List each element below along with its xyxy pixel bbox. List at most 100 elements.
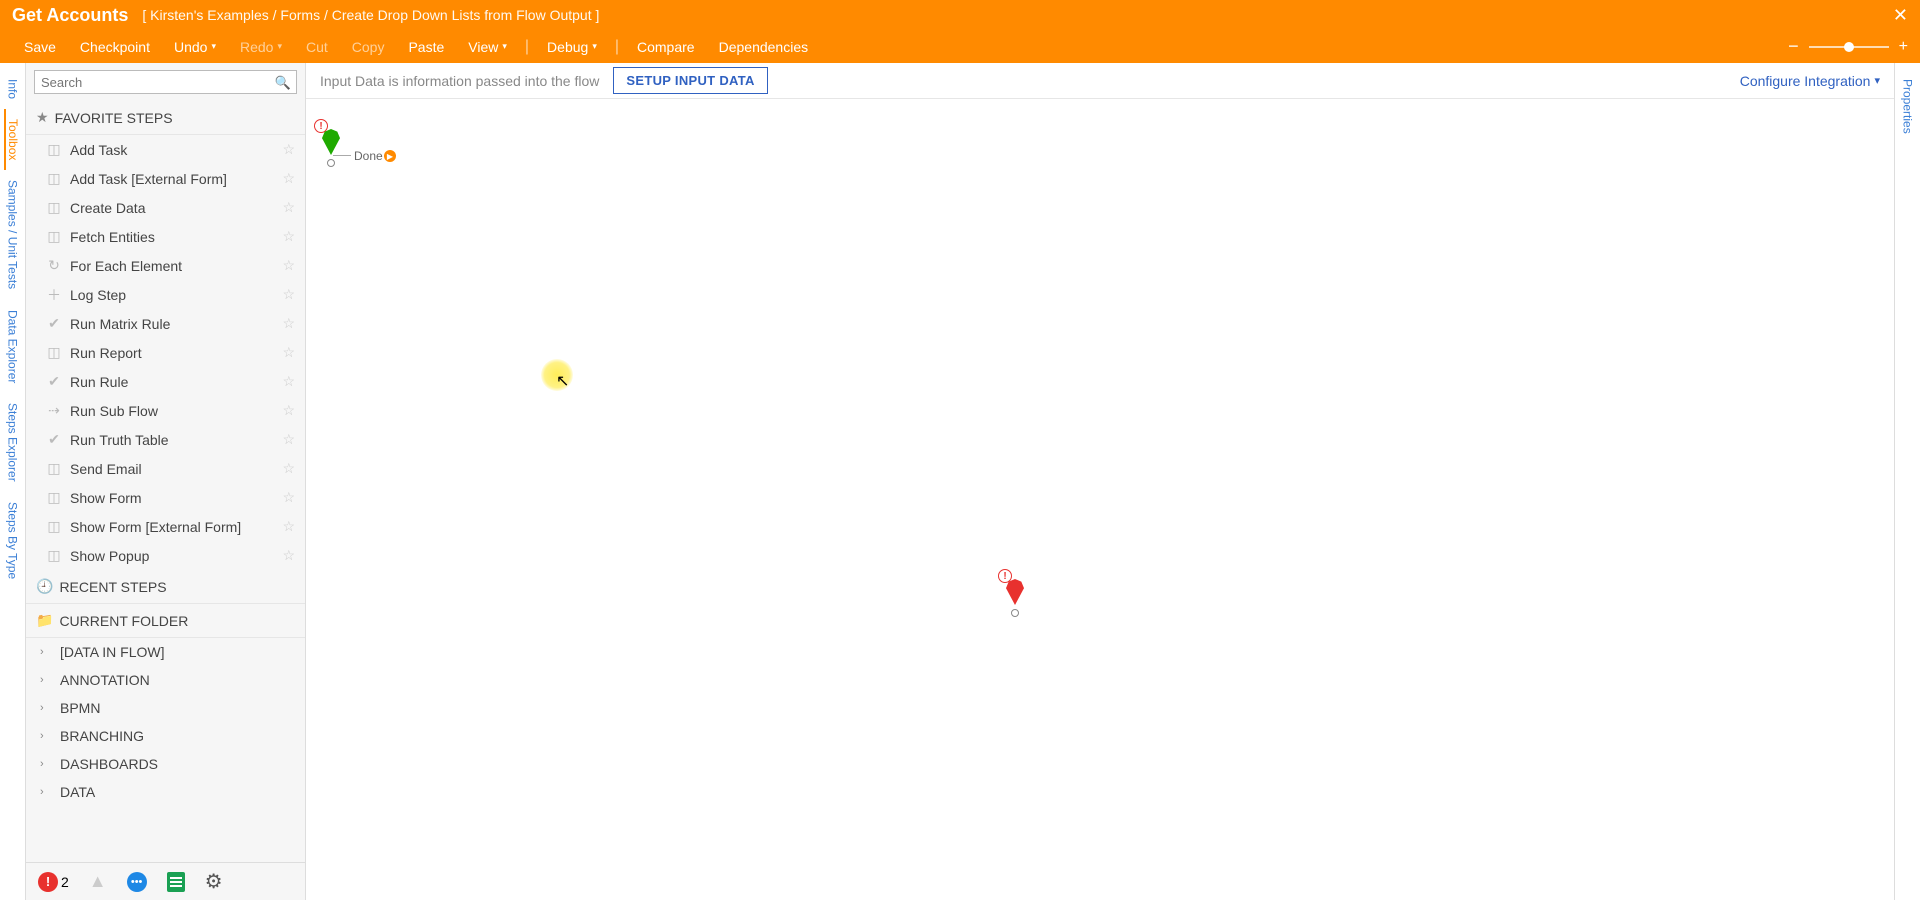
tab-steps-explorer[interactable]: Steps Explorer	[6, 393, 20, 492]
menu-paste[interactable]: Paste	[396, 39, 456, 55]
star-outline-icon[interactable]: ☆	[282, 547, 295, 564]
main: Info Toolbox Samples / Unit Tests Data E…	[0, 63, 1920, 900]
fav-add-task[interactable]: ◫Add Task☆	[26, 135, 305, 164]
fav-label: Show Form	[70, 490, 142, 506]
star-outline-icon[interactable]: ☆	[282, 431, 295, 448]
zoom-thumb[interactable]	[1844, 42, 1854, 52]
section-head-recent[interactable]: 🕘 RECENT STEPS	[26, 570, 305, 604]
tab-steps-by-type[interactable]: Steps By Type	[6, 492, 20, 589]
cursor-icon: ↖	[556, 371, 569, 391]
menu-view[interactable]: View▾	[456, 39, 519, 55]
zoom-in-icon[interactable]: +	[1899, 38, 1908, 56]
sidebar-scroll[interactable]: ★ FAVORITE STEPS ◫Add Task☆ ◫Add Task [E…	[26, 101, 305, 862]
close-icon[interactable]: ✕	[1893, 5, 1908, 26]
start-node[interactable]: !	[322, 129, 340, 167]
search-icon[interactable]: 🔍	[275, 75, 291, 91]
star-outline-icon[interactable]: ☆	[282, 286, 295, 303]
star-outline-icon[interactable]: ☆	[282, 170, 295, 187]
menu-checkpoint[interactable]: Checkpoint	[68, 39, 162, 55]
star-outline-icon[interactable]: ☆	[282, 344, 295, 361]
play-icon[interactable]: ▶	[384, 150, 396, 162]
fav-for-each[interactable]: ↻For Each Element☆	[26, 251, 305, 280]
menu-redo[interactable]: Redo▾	[228, 39, 294, 55]
section-recent: 🕘 RECENT STEPS	[26, 570, 305, 604]
tree-data-in-flow[interactable]: ›[DATA IN FLOW]	[26, 638, 305, 666]
loop-icon: ↻	[46, 258, 62, 274]
connector-dot[interactable]	[327, 159, 335, 167]
zoom-slider[interactable]	[1809, 46, 1889, 48]
fav-fetch-entities[interactable]: ◫Fetch Entities☆	[26, 222, 305, 251]
fav-add-task-external[interactable]: ◫Add Task [External Form]☆	[26, 164, 305, 193]
tab-samples[interactable]: Samples / Unit Tests	[6, 170, 20, 299]
fav-label: Run Report	[70, 345, 142, 361]
chevron-down-icon: ▾	[502, 41, 507, 52]
star-outline-icon[interactable]: ☆	[282, 315, 295, 332]
cube-icon: ◫	[46, 548, 62, 564]
tree-dashboards[interactable]: ›DASHBOARDS	[26, 750, 305, 778]
doc-button[interactable]	[167, 872, 185, 892]
menu-undo[interactable]: Undo▾	[162, 39, 228, 55]
menu-debug[interactable]: Debug▾	[535, 39, 609, 55]
fav-run-matrix[interactable]: ✔Run Matrix Rule☆	[26, 309, 305, 338]
star-outline-icon[interactable]: ☆	[282, 460, 295, 477]
star-outline-icon[interactable]: ☆	[282, 141, 295, 158]
connector-dot[interactable]	[1011, 609, 1019, 617]
star-outline-icon[interactable]: ☆	[282, 489, 295, 506]
tree-branching[interactable]: ›BRANCHING	[26, 722, 305, 750]
star-outline-icon[interactable]: ☆	[282, 518, 295, 535]
menu-cut[interactable]: Cut	[294, 39, 340, 55]
star-outline-icon[interactable]: ☆	[282, 199, 295, 216]
setup-input-data-button[interactable]: SETUP INPUT DATA	[613, 67, 767, 94]
connector-line	[333, 155, 351, 156]
fav-run-rule[interactable]: ✔Run Rule☆	[26, 367, 305, 396]
fav-show-popup[interactable]: ◫Show Popup☆	[26, 541, 305, 570]
star-outline-icon[interactable]: ☆	[282, 257, 295, 274]
errors-indicator[interactable]: ! 2	[38, 872, 69, 892]
tab-toolbox[interactable]: Toolbox	[4, 109, 20, 170]
zoom-out-icon[interactable]: −	[1788, 36, 1799, 57]
tree-data[interactable]: ›DATA	[26, 778, 305, 806]
flow-canvas[interactable]: ! Done ▶ ! ↖	[306, 99, 1894, 900]
end-node[interactable]: !	[1006, 579, 1024, 617]
clock-icon: 🕘	[36, 578, 53, 595]
star-outline-icon[interactable]: ☆	[282, 373, 295, 390]
fav-send-email[interactable]: ◫Send Email☆	[26, 454, 305, 483]
fav-run-truth-table[interactable]: ✔Run Truth Table☆	[26, 425, 305, 454]
sidebar: 🔍 ★ FAVORITE STEPS ◫Add Task☆ ◫Add Task …	[26, 63, 306, 900]
cube-icon: ◫	[46, 171, 62, 187]
chevron-right-icon: ›	[40, 758, 52, 770]
tab-data-explorer[interactable]: Data Explorer	[6, 300, 20, 393]
menu-compare[interactable]: Compare	[625, 39, 707, 55]
fav-label: Create Data	[70, 200, 145, 216]
search-input[interactable]	[34, 70, 297, 94]
menu-copy[interactable]: Copy	[340, 39, 397, 55]
settings-button[interactable]: ⚙	[205, 869, 223, 894]
separator: |	[615, 38, 619, 56]
star-outline-icon[interactable]: ☆	[282, 402, 295, 419]
menu-dependencies[interactable]: Dependencies	[707, 39, 821, 55]
section-head-favorite[interactable]: ★ FAVORITE STEPS	[26, 101, 305, 135]
section-head-current[interactable]: 📁 CURRENT FOLDER	[26, 604, 305, 638]
error-count: 2	[61, 874, 69, 890]
fav-run-sub-flow[interactable]: ⇢Run Sub Flow☆	[26, 396, 305, 425]
zoom-control[interactable]: − +	[1788, 36, 1908, 57]
fav-run-report[interactable]: ◫ Run Report ☆	[26, 338, 305, 367]
tree-bpmn[interactable]: ›BPMN	[26, 694, 305, 722]
fav-show-form-external[interactable]: ◫Show Form [External Form]☆	[26, 512, 305, 541]
chevron-right-icon: ›	[40, 702, 52, 714]
fav-log-step[interactable]: ＋Log Step☆	[26, 280, 305, 309]
tab-properties[interactable]: Properties	[1901, 69, 1915, 144]
chat-button[interactable]: •••	[127, 872, 147, 892]
tree-label: DATA	[60, 784, 95, 800]
configure-integration-link[interactable]: Configure Integration ▾	[1740, 73, 1880, 89]
cube-icon: ◫	[46, 345, 62, 361]
tree-annotation[interactable]: ›ANNOTATION	[26, 666, 305, 694]
fav-create-data[interactable]: ◫Create Data☆	[26, 193, 305, 222]
star-outline-icon[interactable]: ☆	[282, 228, 295, 245]
menu-save[interactable]: Save	[12, 39, 68, 55]
tab-info[interactable]: Info	[6, 69, 20, 109]
fav-show-form[interactable]: ◫Show Form☆	[26, 483, 305, 512]
check-icon: ✔	[46, 316, 62, 332]
warnings-indicator[interactable]: ▲	[89, 871, 107, 892]
page-title: Get Accounts	[12, 5, 128, 26]
